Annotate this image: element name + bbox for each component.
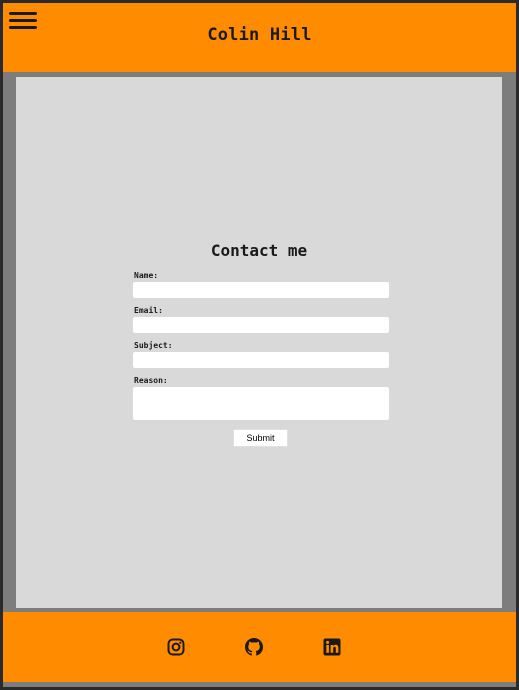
contact-heading: Contact me [210,241,308,260]
linkedin-icon[interactable] [323,638,341,656]
email-input[interactable] [133,317,389,333]
instagram-icon-glyph [167,638,185,656]
email-label: Email: [134,306,163,315]
site-header: Colin Hill [3,3,516,72]
site-title: Colin Hill [207,25,312,45]
linkedin-icon-glyph [323,638,341,656]
subject-label: Subject: [134,341,173,350]
menu-bar [9,19,37,22]
main-content: Contact me Name: Email: Subject: Reason:… [16,77,502,608]
site-footer [3,612,516,682]
page-frame: Colin Hill Contact me Name: Email: Subje… [3,3,516,687]
name-label: Name: [134,271,159,280]
github-icon[interactable] [245,638,263,656]
github-icon-glyph [245,638,263,656]
reason-textarea[interactable] [133,387,389,420]
reason-label: Reason: [134,376,168,385]
subject-input[interactable] [133,352,389,368]
instagram-icon[interactable] [167,638,185,656]
menu-bar [9,12,37,15]
name-input[interactable] [133,282,389,298]
submit-button[interactable]: Submit [233,429,288,447]
